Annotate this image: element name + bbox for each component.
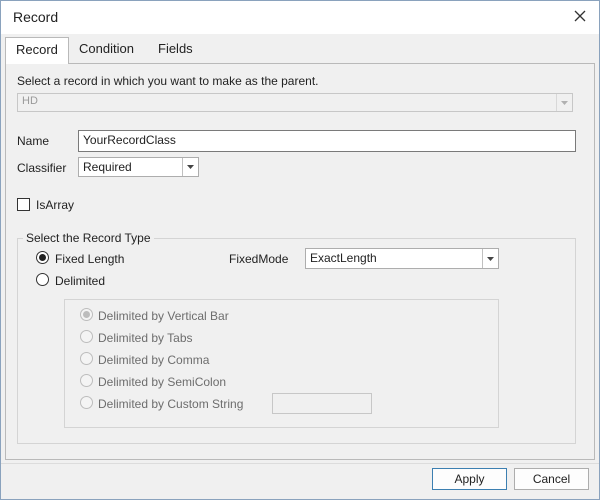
delimiter-vertical-bar-radio[interactable]	[80, 308, 93, 321]
classifier-dropdown-button[interactable]	[182, 158, 198, 176]
delimiter-custom-label: Delimited by Custom String	[98, 397, 244, 411]
close-icon	[574, 10, 586, 22]
delimited-label: Delimited	[55, 274, 106, 288]
delimiter-comma-radio[interactable]	[80, 352, 93, 365]
window-title: Record	[13, 9, 59, 25]
parent-record-value: HD	[22, 95, 38, 107]
parent-prompt: Select a record in which you want to mak…	[17, 74, 319, 88]
delimited-radio[interactable]	[36, 273, 49, 286]
name-label: Name	[17, 134, 50, 148]
record-type-group-title: Select the Record Type	[23, 231, 154, 245]
footer-divider	[1, 463, 599, 464]
tab-fields[interactable]: Fields	[148, 37, 206, 63]
fixed-length-radio[interactable]	[36, 251, 49, 264]
chevron-down-icon	[187, 165, 194, 169]
chevron-down-icon	[487, 256, 494, 261]
tab-condition[interactable]: Condition	[69, 37, 147, 63]
name-value: YourRecordClass	[83, 133, 176, 147]
delimiter-tabs-label: Delimited by Tabs	[98, 331, 193, 345]
fixedmode-label: FixedMode	[229, 252, 289, 266]
delimiter-tabs-radio[interactable]	[80, 330, 93, 343]
classifier-value: Required	[83, 160, 132, 174]
fixedmode-value: ExactLength	[310, 251, 377, 265]
fixedmode-dropdown-button[interactable]	[482, 249, 498, 268]
custom-string-input[interactable]	[272, 393, 372, 414]
record-dialog: Record Record Condition Fields Select a …	[0, 0, 600, 500]
parent-record-dropdown	[556, 94, 572, 111]
delimiter-custom-radio[interactable]	[80, 396, 93, 409]
fixed-length-label: Fixed Length	[55, 252, 125, 266]
isarray-label: IsArray	[36, 198, 75, 212]
parent-record-select: HD	[17, 93, 573, 112]
delimiter-semicolon-radio[interactable]	[80, 374, 93, 387]
chevron-down-icon	[561, 100, 568, 105]
delimiter-comma-label: Delimited by Comma	[98, 353, 210, 367]
apply-button[interactable]: Apply	[432, 468, 507, 490]
name-field[interactable]: YourRecordClass	[78, 130, 576, 152]
delimiter-semicolon-label: Delimited by SemiColon	[98, 375, 227, 389]
classifier-label: Classifier	[17, 161, 67, 175]
close-button[interactable]	[567, 4, 593, 28]
classifier-combo[interactable]: Required	[78, 157, 199, 177]
isarray-checkbox[interactable]	[17, 198, 30, 211]
fixedmode-combo[interactable]: ExactLength	[305, 248, 499, 269]
cancel-button[interactable]: Cancel	[514, 468, 589, 490]
tab-record[interactable]: Record	[5, 37, 69, 64]
delimiter-vertical-bar-label: Delimited by Vertical Bar	[98, 309, 229, 323]
title-bar: Record	[1, 1, 599, 34]
